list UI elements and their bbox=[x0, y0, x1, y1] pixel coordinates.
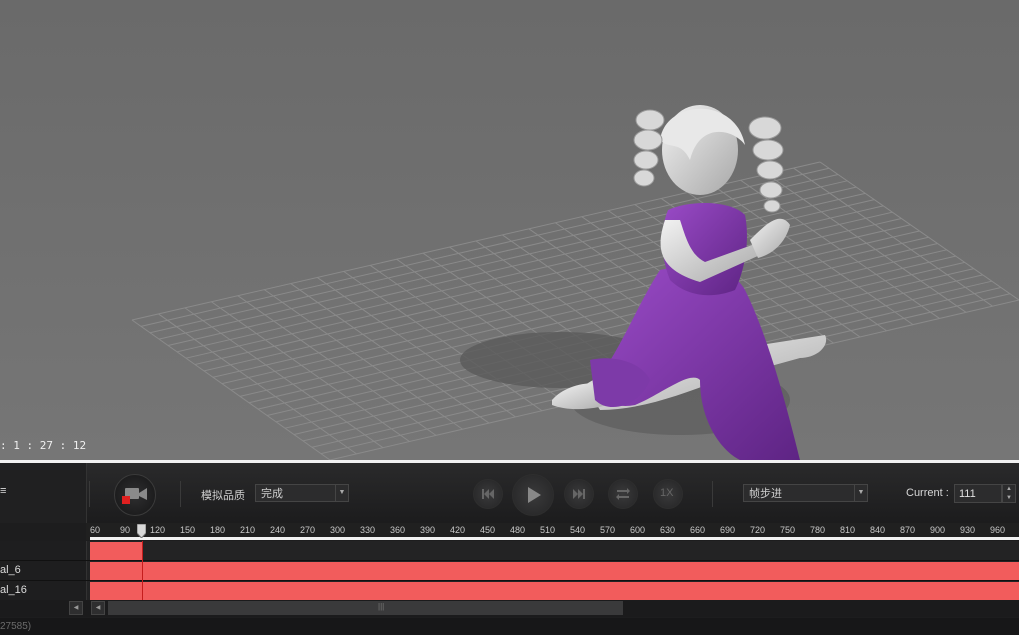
status-bar: 27585) bbox=[0, 618, 1019, 635]
track-list-header: ≡ bbox=[0, 463, 87, 523]
ruler-tick-label: 810 bbox=[840, 525, 856, 535]
toolbar-divider bbox=[180, 481, 181, 507]
chevron-down-icon: ▼ bbox=[335, 485, 348, 501]
ruler-tick-label: 630 bbox=[660, 525, 676, 535]
frame-stepper[interactable]: ▲ ▼ bbox=[1002, 484, 1016, 503]
timeline-scrollbar[interactable]: ◀ ◀ ||| bbox=[0, 600, 1019, 617]
ruler-left-spacer bbox=[0, 523, 86, 540]
track-name: al_16 bbox=[0, 584, 27, 596]
track-clip[interactable] bbox=[90, 542, 143, 560]
toolbar-divider bbox=[712, 481, 713, 507]
scroll-left-icon[interactable]: ◀ bbox=[91, 601, 105, 615]
frame-ruler[interactable]: 60 90 120 150 180 210 240 270 300 330 360 390 420 450… bbox=[0, 523, 1019, 540]
playback-toolbar: ≡ 模拟品质 完成 ▼ 1X 帧步进 ▼ Current: 111 ▲ ▼ bbox=[0, 463, 1019, 523]
current-frame-input[interactable]: 111 bbox=[954, 484, 1002, 503]
ruler-baseline bbox=[90, 537, 1019, 540]
track-row[interactable] bbox=[0, 541, 1019, 561]
ruler-tick-label: 120 bbox=[150, 525, 166, 535]
timecode-readout: : 1 : 27 : 12 bbox=[0, 439, 87, 452]
ruler-tick-label: 420 bbox=[450, 525, 466, 535]
skip-to-end-button[interactable] bbox=[564, 479, 594, 509]
ruler-tick-label: 750 bbox=[780, 525, 796, 535]
toolbar-divider bbox=[89, 481, 90, 507]
track-clip[interactable] bbox=[90, 582, 1019, 600]
speed-button[interactable]: 1X bbox=[653, 479, 683, 509]
video-camera-icon bbox=[122, 488, 147, 504]
ruler-tick-label: 480 bbox=[510, 525, 526, 535]
skip-to-end-icon bbox=[573, 489, 585, 499]
ruler-tick-label: 780 bbox=[810, 525, 826, 535]
play-icon bbox=[528, 487, 541, 503]
track-row[interactable]: al_16 bbox=[0, 581, 1019, 601]
ruler-tick-label: 960 bbox=[990, 525, 1006, 535]
timeline-panel: ≡ 模拟品质 完成 ▼ 1X 帧步进 ▼ Current: 111 ▲ ▼ 6… bbox=[0, 463, 1019, 635]
skip-to-start-button[interactable] bbox=[473, 479, 503, 509]
ruler-tick-label: 660 bbox=[690, 525, 706, 535]
loop-button[interactable] bbox=[608, 479, 638, 509]
ruler-tick-label: 390 bbox=[420, 525, 436, 535]
ruler-tick-label: 570 bbox=[600, 525, 616, 535]
track-header: al_16 bbox=[0, 581, 87, 600]
quality-label: 模拟品质 bbox=[201, 490, 245, 502]
ruler-tick-label: 450 bbox=[480, 525, 496, 535]
floor-grid bbox=[131, 161, 1019, 460]
ruler-tick-label: 540 bbox=[570, 525, 586, 535]
play-button[interactable] bbox=[512, 474, 554, 516]
ruler-tick-label: 60 bbox=[90, 525, 101, 535]
ruler-tick-label: 930 bbox=[960, 525, 976, 535]
quality-select[interactable]: 完成 ▼ bbox=[255, 484, 349, 502]
scrollbar-thumb[interactable]: ||| bbox=[108, 601, 623, 615]
ruler-tick-label: 300 bbox=[330, 525, 346, 535]
ruler-tick-label: 900 bbox=[930, 525, 946, 535]
track-clip[interactable] bbox=[90, 562, 1019, 580]
speed-label: 1X bbox=[660, 487, 674, 499]
ruler-tick-label: 360 bbox=[390, 525, 406, 535]
ruler-tick-label: 690 bbox=[720, 525, 736, 535]
3d-viewport[interactable]: : 1 : 27 : 12 bbox=[0, 0, 1019, 460]
scene-render bbox=[131, 105, 1019, 460]
ruler-tick-label: 270 bbox=[300, 525, 316, 535]
ruler-tick-label: 600 bbox=[630, 525, 646, 535]
chevron-up-icon[interactable]: ▲ bbox=[1003, 485, 1015, 494]
scroll-left-icon[interactable]: ◀ bbox=[69, 601, 83, 615]
ruler-tick-label: 840 bbox=[870, 525, 886, 535]
quality-select-value: 完成 bbox=[261, 488, 283, 500]
track-header: al_6 bbox=[0, 561, 87, 580]
ruler-tick-label: 180 bbox=[210, 525, 226, 535]
ruler-tick-label: 330 bbox=[360, 525, 376, 535]
ruler-tick-label: 870 bbox=[900, 525, 916, 535]
ruler-tick-label: 90 bbox=[120, 525, 131, 535]
grip-icon: ||| bbox=[378, 602, 385, 611]
step-mode-value: 帧步进 bbox=[749, 488, 782, 500]
step-mode-select[interactable]: 帧步进 ▼ bbox=[743, 484, 868, 502]
ruler-tick-label: 210 bbox=[240, 525, 256, 535]
playhead-line bbox=[142, 541, 143, 601]
ruler-tick-label: 150 bbox=[180, 525, 196, 535]
ruler-tick-label: 510 bbox=[540, 525, 556, 535]
loop-icon bbox=[616, 488, 630, 500]
status-text: 27585) bbox=[0, 621, 32, 632]
playhead-handle[interactable] bbox=[137, 524, 146, 538]
ruler-tick-label: 720 bbox=[750, 525, 766, 535]
chevron-down-icon[interactable]: ▼ bbox=[1003, 494, 1015, 503]
track-header bbox=[0, 541, 87, 560]
track-name: al_6 bbox=[0, 564, 21, 576]
track-row[interactable]: al_6 bbox=[0, 561, 1019, 581]
skip-to-start-icon bbox=[482, 489, 494, 499]
menu-icon[interactable]: ≡ bbox=[0, 485, 6, 497]
chevron-down-icon: ▼ bbox=[854, 485, 867, 501]
current-frame-label: Current : bbox=[906, 487, 949, 499]
ruler-tick-label: 240 bbox=[270, 525, 286, 535]
record-button[interactable] bbox=[114, 474, 156, 516]
